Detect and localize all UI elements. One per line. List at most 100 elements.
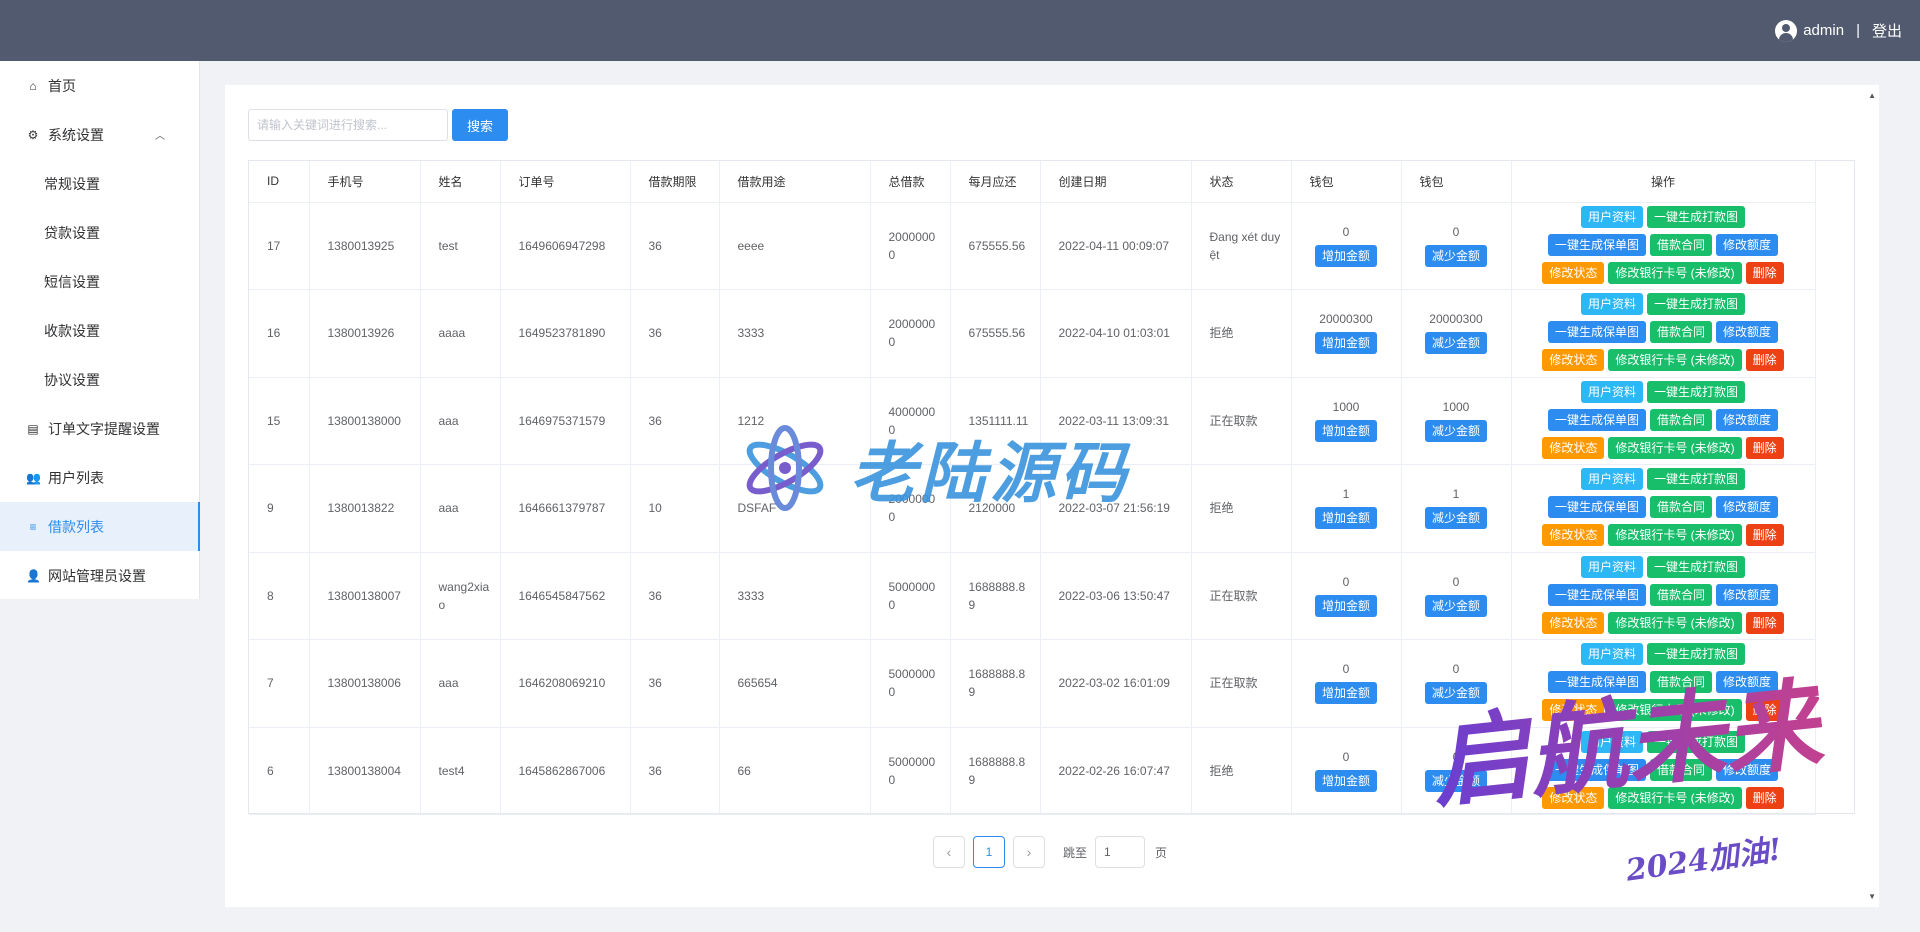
scroll-up-icon[interactable]: ▲ [1868, 91, 1876, 100]
user-info-button[interactable]: 用户资料 [1580, 205, 1643, 228]
delete-button[interactable]: 删除 [1745, 786, 1784, 809]
gen-policy-image-button[interactable]: 一键生成保单图 [1547, 671, 1646, 694]
edit-status-button[interactable]: 修改状态 [1542, 786, 1605, 809]
cell-monthly: 1688888.89 [950, 552, 1041, 640]
edit-status-button[interactable]: 修改状态 [1542, 699, 1605, 722]
chevron-up-icon[interactable]: ︿ [155, 127, 165, 142]
username[interactable]: admin [1803, 22, 1844, 39]
search-button[interactable]: 搜索 [452, 109, 508, 141]
edit-bank-card-button[interactable]: 修改银行卡号 (未修改) [1608, 436, 1742, 459]
reduce-amount-button[interactable]: 减少金额 [1424, 419, 1487, 442]
page-1-button[interactable]: 1 [973, 836, 1005, 868]
loan-contract-button[interactable]: 借款合同 [1649, 671, 1712, 694]
gen-policy-image-button[interactable]: 一键生成保单图 [1547, 583, 1646, 606]
loan-contract-button[interactable]: 借款合同 [1649, 496, 1712, 519]
edit-bank-card-button[interactable]: 修改银行卡号 (未修改) [1608, 786, 1742, 809]
col-header-status: 状态 [1191, 161, 1292, 203]
gen-policy-image-button[interactable]: 一键生成保单图 [1547, 408, 1646, 431]
edit-bank-card-button[interactable]: 修改银行卡号 (未修改) [1608, 611, 1742, 634]
gen-transfer-image-button[interactable]: 一键生成打款图 [1647, 555, 1746, 578]
reduce-amount-button[interactable]: 减少金额 [1424, 244, 1487, 267]
user-avatar-icon[interactable] [1775, 19, 1798, 42]
user-info-button[interactable]: 用户资料 [1580, 643, 1643, 666]
edit-limit-button[interactable]: 修改额度 [1716, 671, 1779, 694]
gen-policy-image-button[interactable]: 一键生成保单图 [1547, 321, 1646, 344]
reduce-amount-button[interactable]: 减少金额 [1424, 594, 1487, 617]
gen-transfer-image-button[interactable]: 一键生成打款图 [1647, 468, 1746, 491]
user-info-button[interactable]: 用户资料 [1580, 730, 1643, 753]
loan-contract-button[interactable]: 借款合同 [1649, 758, 1712, 781]
next-page-button[interactable]: › [1013, 836, 1045, 868]
edit-limit-button[interactable]: 修改额度 [1716, 408, 1779, 431]
delete-button[interactable]: 删除 [1745, 261, 1784, 284]
sidebar-item-admin-settings[interactable]: 👤 网站管理员设置 [0, 551, 199, 600]
jump-page-input[interactable] [1095, 836, 1146, 868]
add-amount-button[interactable]: 增加金额 [1314, 682, 1377, 705]
reduce-amount-button[interactable]: 减少金额 [1424, 507, 1487, 530]
vertical-scrollbar[interactable]: ▲ ▼ [1865, 85, 1879, 907]
delete-button[interactable]: 删除 [1745, 699, 1784, 722]
edit-limit-button[interactable]: 修改额度 [1716, 496, 1779, 519]
user-info-button[interactable]: 用户资料 [1580, 293, 1643, 316]
user-info-button[interactable]: 用户资料 [1580, 380, 1643, 403]
delete-button[interactable]: 删除 [1745, 611, 1784, 634]
gen-policy-image-button[interactable]: 一键生成保单图 [1547, 233, 1646, 256]
gen-transfer-image-button[interactable]: 一键生成打款图 [1647, 380, 1746, 403]
cell-name: aaa [420, 464, 501, 553]
edit-bank-card-button[interactable]: 修改银行卡号 (未修改) [1608, 349, 1742, 372]
add-amount-button[interactable]: 增加金额 [1314, 419, 1377, 442]
delete-button[interactable]: 删除 [1745, 349, 1784, 372]
loan-contract-button[interactable]: 借款合同 [1649, 321, 1712, 344]
gear-icon: ⚙ [27, 127, 39, 142]
reduce-amount-button[interactable]: 减少金额 [1424, 332, 1487, 355]
loan-contract-button[interactable]: 借款合同 [1649, 233, 1712, 256]
edit-status-button[interactable]: 修改状态 [1542, 524, 1605, 547]
loan-contract-button[interactable]: 借款合同 [1649, 408, 1712, 431]
prev-page-button[interactable]: ‹ [933, 836, 965, 868]
user-info-button[interactable]: 用户资料 [1580, 468, 1643, 491]
delete-button[interactable]: 删除 [1745, 524, 1784, 547]
edit-status-button[interactable]: 修改状态 [1542, 611, 1605, 634]
sidebar-item-loan-list[interactable]: ≡ 借款列表 [0, 502, 200, 551]
user-info-button[interactable]: 用户资料 [1580, 555, 1643, 578]
cell-wallet-b: 0 减少金额 [1401, 202, 1512, 290]
sidebar-item-general-settings[interactable]: 常规设置 [0, 159, 199, 208]
gen-transfer-image-button[interactable]: 一键生成打款图 [1647, 205, 1746, 228]
search-input[interactable] [248, 109, 448, 141]
edit-limit-button[interactable]: 修改额度 [1716, 321, 1779, 344]
add-amount-button[interactable]: 增加金额 [1314, 244, 1377, 267]
sidebar-item-user-list[interactable]: 👥 用户列表 [0, 453, 199, 502]
gen-transfer-image-button[interactable]: 一键生成打款图 [1647, 643, 1746, 666]
sidebar-item-loan-settings[interactable]: 贷款设置 [0, 208, 199, 257]
sidebar-item-system-settings[interactable]: ⚙ 系统设置 ︿ [0, 110, 199, 159]
gen-policy-image-button[interactable]: 一键生成保单图 [1547, 758, 1646, 781]
edit-limit-button[interactable]: 修改额度 [1716, 233, 1779, 256]
edit-status-button[interactable]: 修改状态 [1542, 436, 1605, 459]
gen-transfer-image-button[interactable]: 一键生成打款图 [1647, 293, 1746, 316]
gen-policy-image-button[interactable]: 一键生成保单图 [1547, 496, 1646, 519]
loan-contract-button[interactable]: 借款合同 [1649, 583, 1712, 606]
edit-bank-card-button[interactable]: 修改银行卡号 (未修改) [1608, 524, 1742, 547]
edit-bank-card-button[interactable]: 修改银行卡号 (未修改) [1608, 699, 1742, 722]
edit-limit-button[interactable]: 修改额度 [1716, 758, 1779, 781]
reduce-amount-button[interactable]: 减少金额 [1424, 769, 1487, 792]
gen-transfer-image-button[interactable]: 一键生成打款图 [1647, 730, 1746, 753]
add-amount-button[interactable]: 增加金额 [1314, 507, 1377, 530]
wallet-value: 1000 [1442, 399, 1470, 414]
sidebar-item-home[interactable]: ⌂ 首页 [0, 61, 199, 110]
add-amount-button[interactable]: 增加金额 [1314, 769, 1377, 792]
reduce-amount-button[interactable]: 减少金额 [1424, 682, 1487, 705]
sidebar-item-payment-settings[interactable]: 收款设置 [0, 306, 199, 355]
delete-button[interactable]: 删除 [1745, 436, 1784, 459]
edit-status-button[interactable]: 修改状态 [1542, 261, 1605, 284]
scroll-down-icon[interactable]: ▼ [1868, 892, 1876, 901]
edit-limit-button[interactable]: 修改额度 [1716, 583, 1779, 606]
add-amount-button[interactable]: 增加金额 [1314, 332, 1377, 355]
sidebar-item-sms-settings[interactable]: 短信设置 [0, 257, 199, 306]
sidebar-item-agreement-settings[interactable]: 协议设置 [0, 355, 199, 404]
edit-bank-card-button[interactable]: 修改银行卡号 (未修改) [1608, 261, 1742, 284]
add-amount-button[interactable]: 增加金额 [1314, 594, 1377, 617]
logout-link[interactable]: 登出 [1872, 20, 1902, 41]
sidebar-item-order-reminder[interactable]: ▤ 订单文字提醒设置 [0, 404, 199, 453]
edit-status-button[interactable]: 修改状态 [1542, 349, 1605, 372]
